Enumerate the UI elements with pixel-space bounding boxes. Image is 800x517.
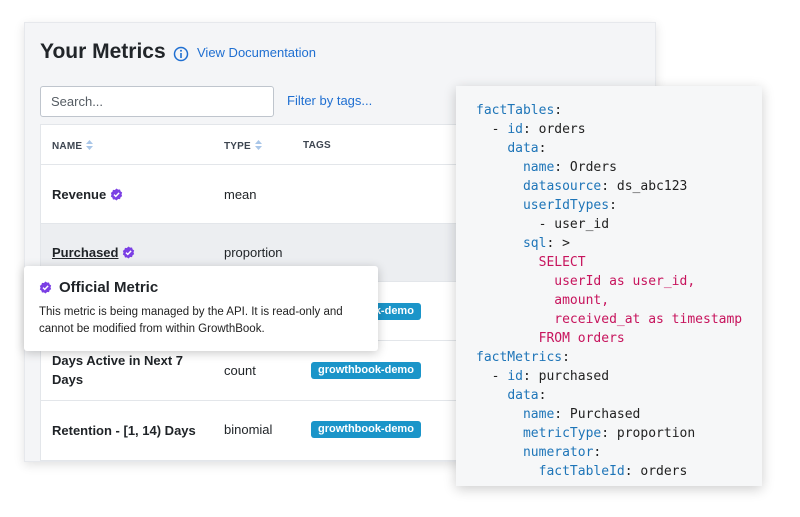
column-header-type[interactable]: TYPE (224, 140, 262, 152)
column-header-tags: TAGS (303, 140, 331, 151)
metric-name[interactable]: Retention - [1, 14) Days (52, 421, 196, 440)
code-line: userId as user_id, (476, 272, 762, 291)
code-key: id (507, 122, 523, 137)
official-metric-tooltip: Official Metric This metric is being man… (24, 266, 378, 351)
tag-badge[interactable]: growthbook-demo (311, 362, 421, 379)
code-key: userIdTypes (522, 198, 610, 213)
code-value: : > (546, 236, 570, 251)
verified-badge-icon[interactable] (122, 246, 135, 259)
code-value: : (554, 103, 563, 118)
code-sql: amount, (554, 293, 610, 308)
metric-type: count (224, 363, 256, 378)
metric-type: binomial (224, 422, 273, 437)
code-value: : Orders (554, 160, 617, 175)
metric-name[interactable]: Revenue (52, 185, 123, 204)
code-key: data (507, 388, 539, 403)
code-key: numerator (522, 445, 594, 460)
yaml-code-panel: factTables: - id: orders data: name: Ord… (456, 86, 762, 486)
code-line: data: (476, 139, 762, 158)
verified-badge-icon (39, 281, 52, 294)
code-sql: SELECT (538, 255, 586, 270)
code-value: : (562, 350, 570, 365)
info-icon[interactable] (173, 46, 189, 62)
code-key: factTables (476, 103, 555, 118)
code-line: factMetrics: (476, 348, 762, 367)
verified-badge-icon (111, 188, 123, 201)
code-line: data: (476, 386, 762, 405)
code-sql: FROM orders (538, 331, 625, 346)
code-value: : (538, 388, 547, 403)
code-line: name: Purchased (476, 405, 762, 424)
metric-name[interactable]: Days Active in Next 7 Days (52, 351, 183, 389)
code-line: metricType: proportion (476, 424, 762, 443)
tag-badge[interactable]: growthbook-demo (311, 421, 421, 438)
code-line: name: Orders (476, 158, 762, 177)
code-value: : (593, 445, 602, 460)
code-value: : proportion (601, 426, 696, 441)
tooltip-title: Official Metric (59, 279, 159, 296)
code-value: : Purchased (554, 407, 641, 422)
code-value: : (609, 198, 617, 213)
sort-icon (254, 140, 262, 150)
code-key: metricType (522, 426, 602, 441)
code-sql: received_at as timestamp (554, 312, 743, 327)
metric-name[interactable]: Purchased (52, 243, 135, 262)
code-key: factMetrics (476, 350, 563, 365)
tooltip-body: This metric is being managed by the API.… (39, 306, 343, 335)
code-value: : (538, 141, 547, 156)
view-documentation-link[interactable]: View Documentation (197, 45, 316, 60)
code-key: id (507, 369, 523, 384)
code-line: sql: > (476, 234, 762, 253)
code-value: : orders (624, 464, 688, 479)
code-value: : purchased (522, 369, 610, 384)
page-title: Your Metrics (40, 40, 166, 63)
code-value: : ds_abc123 (601, 179, 688, 194)
code-line: FROM orders (476, 329, 762, 348)
code-line: received_at as timestamp (476, 310, 762, 329)
code-key: factTableId (538, 464, 625, 479)
code-key: datasource (522, 179, 602, 194)
code-key: sql (522, 236, 547, 251)
metric-type: mean (224, 187, 257, 202)
code-line: factTableId: orders (476, 462, 762, 481)
code-line: datasource: ds_abc123 (476, 177, 762, 196)
code-value: - user_id (538, 217, 610, 232)
filter-by-tags-link[interactable]: Filter by tags... (287, 93, 372, 108)
code-key: name (522, 407, 555, 422)
code-line: factTables: (476, 101, 762, 120)
code-value: : orders (522, 122, 586, 137)
code-line: userIdTypes: (476, 196, 762, 215)
code-line: - id: purchased (476, 367, 762, 386)
code-sql: userId as user_id, (554, 274, 696, 289)
code-line: - user_id (476, 215, 762, 234)
sort-icon (86, 140, 94, 150)
code-line: amount, (476, 291, 762, 310)
column-header-name[interactable]: NAME (52, 140, 94, 152)
code-line: numerator: (476, 443, 762, 462)
code-key: name (522, 160, 555, 175)
code-line: - id: orders (476, 120, 762, 139)
search-input[interactable] (40, 86, 274, 117)
code-line: SELECT (476, 253, 762, 272)
code-value: - (491, 122, 508, 137)
code-value: - (491, 369, 508, 384)
code-key: data (507, 141, 539, 156)
metric-type: proportion (224, 245, 283, 260)
